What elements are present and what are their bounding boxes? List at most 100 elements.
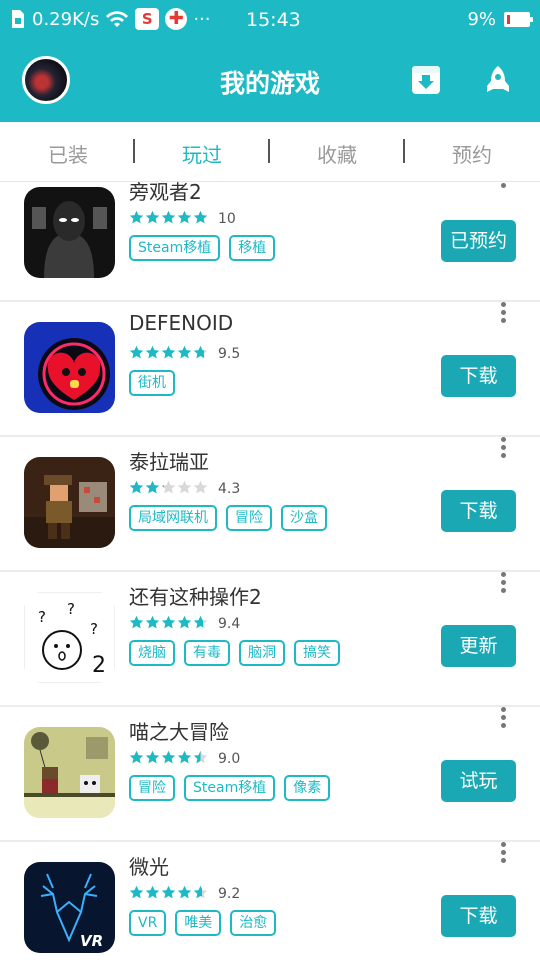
game-row[interactable]: 喵之大冒险 9.0 冒险 Steam移植 像素 试玩 xyxy=(0,707,540,842)
game-action-button[interactable]: 更新 xyxy=(441,625,516,667)
tab-favorites[interactable]: 收藏 xyxy=(287,139,387,168)
rating-score: 9.2 xyxy=(218,886,241,902)
game-row[interactable]: DEFENOID 9.5 街机 下载 xyxy=(0,302,540,437)
game-title[interactable]: 微光 xyxy=(129,851,169,880)
page-title: 我的游戏 xyxy=(219,69,320,98)
game-action-button[interactable]: 试玩 xyxy=(441,760,516,802)
clock: 15:43 xyxy=(246,9,301,31)
rating-score: 9.5 xyxy=(218,346,241,362)
tab-divider xyxy=(268,139,270,163)
battery-percent: 9% xyxy=(467,9,496,30)
sim-card-icon xyxy=(12,10,24,28)
tab-divider xyxy=(133,139,135,163)
battery-icon xyxy=(504,12,533,27)
game-title[interactable]: 泰拉瑞亚 xyxy=(129,446,209,475)
game-action-button[interactable]: 下载 xyxy=(441,355,516,397)
game-title[interactable]: DEFENOID xyxy=(129,311,233,335)
more-options-icon[interactable] xyxy=(499,707,507,729)
star-icon xyxy=(161,480,176,494)
star-icon xyxy=(129,480,144,494)
game-tag[interactable]: 街机 xyxy=(129,370,175,396)
svg-text:?: ? xyxy=(67,600,75,618)
app-header: 我的游戏 xyxy=(0,40,540,122)
svg-text:?: ? xyxy=(90,620,98,638)
game-title[interactable]: 还有这种操作2 xyxy=(129,581,262,610)
rating-stars xyxy=(129,210,208,225)
status-bar: 0.29K/s S ✚ ··· 15:43 9% xyxy=(0,0,540,40)
game-tag[interactable]: 脑洞 xyxy=(239,640,285,666)
game-title[interactable]: 喵之大冒险 xyxy=(129,716,229,745)
tab-bar: 已装 玩过 收藏 预约 xyxy=(0,122,540,182)
game-tag[interactable]: 搞笑 xyxy=(294,640,340,666)
rating-stars xyxy=(129,750,208,765)
star-icon xyxy=(177,750,192,764)
svg-text:VR: VR xyxy=(80,932,103,950)
stickman-puzzle-icon[interactable]: ??? 2 xyxy=(24,592,115,683)
game-tag[interactable]: VR xyxy=(129,910,167,936)
more-options-icon[interactable] xyxy=(499,302,507,324)
game-action-button[interactable]: 已预约 xyxy=(441,220,516,262)
status-right: 9% xyxy=(467,9,533,30)
terraria-icon[interactable] xyxy=(24,457,115,548)
game-tag[interactable]: 治愈 xyxy=(230,910,277,936)
star-icon xyxy=(177,210,192,224)
rocket-icon[interactable] xyxy=(483,65,513,95)
star-icon xyxy=(161,345,176,359)
tab-divider xyxy=(403,139,405,163)
star-icon xyxy=(193,750,208,764)
star-icon xyxy=(161,885,176,899)
star-icon xyxy=(177,885,192,899)
tag-list: 冒险 Steam移植 像素 xyxy=(129,775,331,801)
star-icon xyxy=(129,885,144,899)
game-row[interactable]: 旁观者2 10 Steam移植 移植 已预约 xyxy=(0,182,540,302)
game-title[interactable]: 旁观者2 xyxy=(129,182,202,205)
tag-list: 局域网联机 冒险 沙盒 xyxy=(129,505,327,531)
rating-score: 10 xyxy=(218,211,236,227)
more-options-icon[interactable] xyxy=(499,437,507,459)
game-row[interactable]: VR 微光 9.2 VR 唯美 治愈 下载 xyxy=(0,842,540,960)
tab-reservations[interactable]: 预约 xyxy=(422,139,522,168)
game-action-button[interactable]: 下载 xyxy=(441,490,516,532)
star-icon xyxy=(161,615,176,629)
cat-adventure-icon[interactable] xyxy=(24,727,115,818)
game-tag[interactable]: 烧脑 xyxy=(129,640,175,666)
more-notifications-icon: ··· xyxy=(193,8,211,30)
game-tag[interactable]: Steam移植 xyxy=(184,775,276,801)
game-tag[interactable]: 冒险 xyxy=(129,775,175,801)
more-options-icon[interactable] xyxy=(499,842,507,864)
rating-stars xyxy=(129,615,208,630)
svg-text:2: 2 xyxy=(92,653,106,678)
star-icon xyxy=(193,345,208,359)
game-tag[interactable]: 像素 xyxy=(284,775,331,801)
star-icon xyxy=(193,615,208,629)
defenoid-icon[interactable] xyxy=(24,322,115,413)
deer-icon[interactable]: VR xyxy=(24,862,115,953)
more-options-icon[interactable] xyxy=(499,182,507,189)
svg-text:?: ? xyxy=(38,608,46,626)
star-icon xyxy=(177,345,192,359)
game-tag[interactable]: 有毒 xyxy=(184,640,230,666)
star-icon xyxy=(177,480,192,494)
star-icon xyxy=(177,615,192,629)
game-tag[interactable]: 移植 xyxy=(229,235,276,261)
star-icon xyxy=(161,210,176,224)
more-options-icon[interactable] xyxy=(499,572,507,594)
game-row[interactable]: 泰拉瑞亚 4.3 局域网联机 冒险 沙盒 下载 xyxy=(0,437,540,572)
game-tag[interactable]: Steam移植 xyxy=(129,235,221,261)
game-action-button[interactable]: 下载 xyxy=(441,895,516,937)
rating-stars xyxy=(129,885,208,900)
star-icon xyxy=(129,210,144,224)
game-tag[interactable]: 沙盒 xyxy=(281,505,327,531)
star-icon xyxy=(129,750,144,764)
tab-played[interactable]: 玩过 xyxy=(152,139,252,168)
game-tag[interactable]: 冒险 xyxy=(226,505,272,531)
download-manager-icon[interactable] xyxy=(411,65,441,95)
game-tag[interactable]: 唯美 xyxy=(175,910,222,936)
tag-list: 烧脑 有毒 脑洞 搞笑 xyxy=(129,640,340,666)
star-icon xyxy=(145,210,160,224)
tab-installed[interactable]: 已装 xyxy=(18,139,118,168)
beholder-icon[interactable] xyxy=(24,187,115,278)
game-tag[interactable]: 局域网联机 xyxy=(129,505,217,531)
star-icon xyxy=(193,480,208,494)
game-row[interactable]: ??? 2 还有这种操作2 9.4 烧脑 有毒 脑洞 搞笑 更新 xyxy=(0,572,540,707)
